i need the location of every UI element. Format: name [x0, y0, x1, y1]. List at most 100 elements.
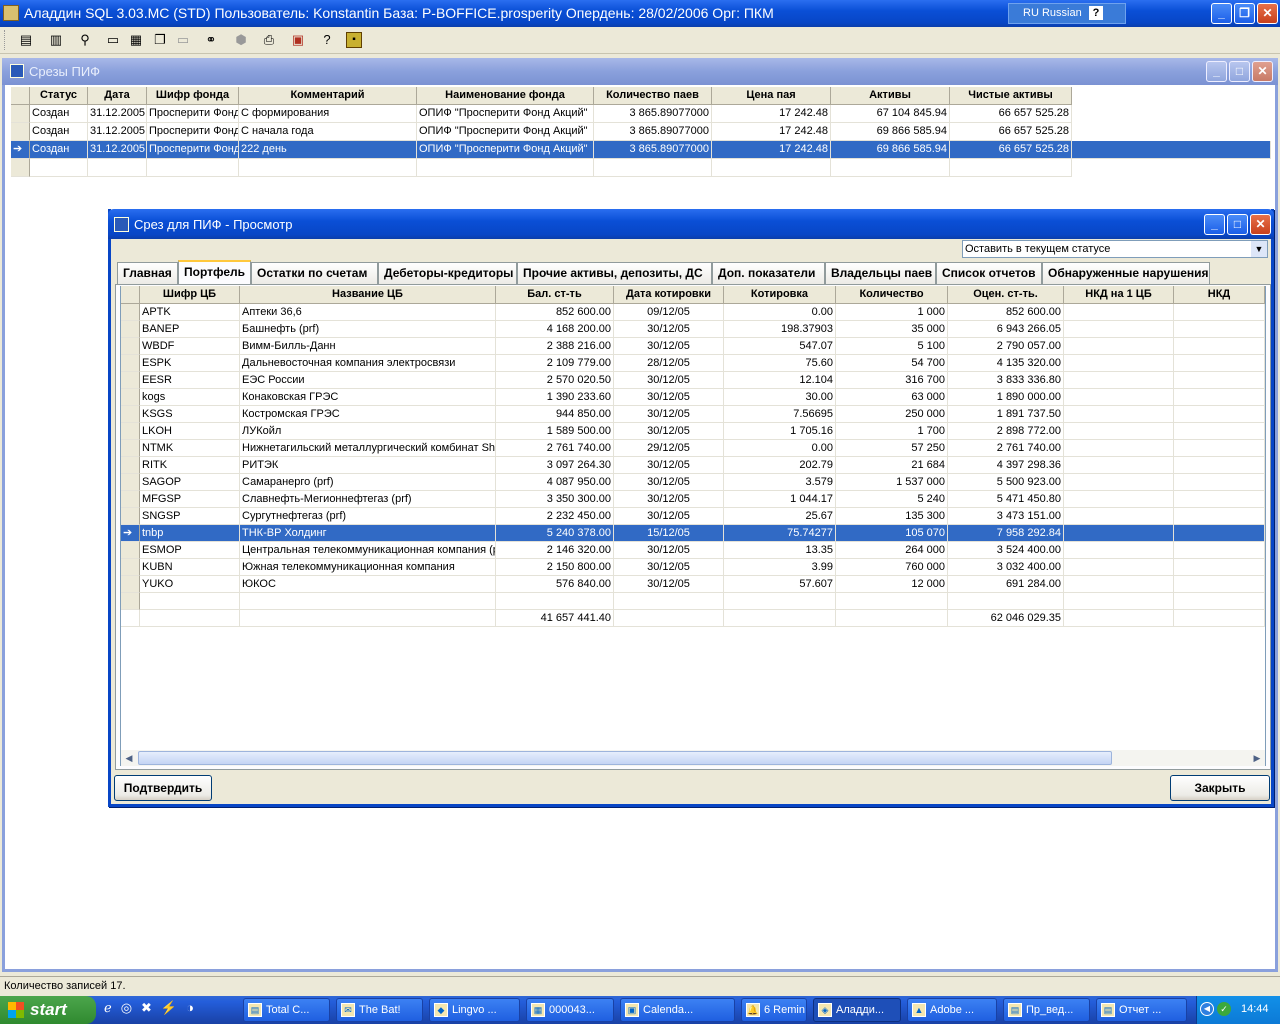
- table-cell[interactable]: 198.37903: [724, 321, 836, 338]
- table-cell[interactable]: 67 104 845.94: [831, 105, 950, 123]
- table-cell[interactable]: SAGOP: [140, 474, 240, 491]
- table-cell[interactable]: 66 657 525.28: [950, 123, 1072, 141]
- table-cell[interactable]: 3 032 400.00: [948, 559, 1064, 576]
- table-cell[interactable]: 17 242.48: [712, 123, 831, 141]
- row-indicator[interactable]: [11, 105, 30, 123]
- row-indicator[interactable]: [121, 576, 140, 593]
- table-cell[interactable]: 75.74277: [724, 525, 836, 542]
- column-header[interactable]: Наименование фонда: [417, 87, 594, 105]
- taskbar-item[interactable]: ✉ The Bat!: [336, 998, 423, 1022]
- table-cell[interactable]: ОПИФ "Просперити Фонд Акций": [417, 123, 594, 141]
- close-button[interactable]: ✕: [1250, 214, 1271, 235]
- row-indicator[interactable]: ➔: [121, 525, 140, 542]
- table-cell[interactable]: 105 070: [836, 525, 948, 542]
- row-indicator[interactable]: [121, 423, 140, 440]
- table-cell[interactable]: 30.00: [724, 389, 836, 406]
- language-indicator[interactable]: RU Russian ?: [1008, 3, 1126, 24]
- table-cell[interactable]: 0.00: [724, 304, 836, 321]
- scroll-left-icon[interactable]: ◀: [121, 750, 137, 766]
- tile-icon[interactable]: ▦: [126, 30, 146, 50]
- column-header[interactable]: Котировка: [724, 286, 836, 304]
- table-cell[interactable]: 66 657 525.28: [950, 141, 1072, 159]
- module-icon[interactable]: ▪: [346, 32, 362, 48]
- table-cell[interactable]: 2 232 450.00: [496, 508, 614, 525]
- column-header[interactable]: Активы: [831, 87, 950, 105]
- row-indicator[interactable]: [121, 491, 140, 508]
- column-header[interactable]: Цена пая: [712, 87, 831, 105]
- row-indicator[interactable]: [121, 542, 140, 559]
- row-indicator[interactable]: [121, 406, 140, 423]
- table-cell[interactable]: 852 600.00: [948, 304, 1064, 321]
- table-cell[interactable]: [1174, 355, 1265, 372]
- table-cell[interactable]: 7 958 292.84: [948, 525, 1064, 542]
- table-cell[interactable]: [1064, 508, 1174, 525]
- table-cell[interactable]: [1064, 440, 1174, 457]
- table-cell[interactable]: 30/12/05: [614, 372, 724, 389]
- window-icon[interactable]: ▭: [103, 30, 123, 50]
- table-cell[interactable]: 30/12/05: [614, 474, 724, 491]
- table-cell[interactable]: 1 705.16: [724, 423, 836, 440]
- table-cell[interactable]: Аптеки 36,6: [240, 304, 496, 321]
- export-icon[interactable]: ▣: [288, 30, 308, 50]
- table-cell[interactable]: [836, 593, 948, 610]
- table-cell[interactable]: 250 000: [836, 406, 948, 423]
- row-indicator[interactable]: [11, 123, 30, 141]
- table-cell[interactable]: 202.79: [724, 457, 836, 474]
- tab-9[interactable]: Обнаруженные нарушения: [1042, 262, 1210, 284]
- table-cell[interactable]: 69 866 585.94: [831, 123, 950, 141]
- table-cell[interactable]: [496, 593, 614, 610]
- table-cell[interactable]: 3 865.89077000: [594, 123, 712, 141]
- table-cell[interactable]: 63 000: [836, 389, 948, 406]
- table-cell[interactable]: ТНК-ВР Холдинг: [240, 525, 496, 542]
- table-cell[interactable]: [1174, 457, 1265, 474]
- taskbar-item[interactable]: ▤ Total C...: [243, 998, 330, 1022]
- table-cell[interactable]: 57.607: [724, 576, 836, 593]
- empty-cell[interactable]: [88, 159, 147, 177]
- table-cell[interactable]: APTK: [140, 304, 240, 321]
- table-cell[interactable]: 35 000: [836, 321, 948, 338]
- maximize-button[interactable]: □: [1229, 61, 1250, 82]
- table-cell[interactable]: 31.12.2005: [88, 105, 147, 123]
- table-cell[interactable]: 28/12/05: [614, 355, 724, 372]
- table-cell[interactable]: 30/12/05: [614, 406, 724, 423]
- table-cell[interactable]: Сургутнефтегаз (prf): [240, 508, 496, 525]
- column-header[interactable]: Статус: [30, 87, 88, 105]
- table-cell[interactable]: 1 390 233.60: [496, 389, 614, 406]
- column-header[interactable]: Бал. ст-ть: [496, 286, 614, 304]
- table-cell[interactable]: [1064, 525, 1174, 542]
- table-cell[interactable]: 1 044.17: [724, 491, 836, 508]
- table-cell[interactable]: 57 250: [836, 440, 948, 457]
- table-cell[interactable]: 3 865.89077000: [594, 105, 712, 123]
- table-cell[interactable]: [1174, 593, 1265, 610]
- row-indicator[interactable]: [121, 355, 140, 372]
- empty-cell[interactable]: [147, 159, 239, 177]
- table-cell[interactable]: 0.00: [724, 440, 836, 457]
- table-cell[interactable]: С формирования: [239, 105, 417, 123]
- table-cell[interactable]: Славнефть-Мегионнефтегаз (prf): [240, 491, 496, 508]
- empty-cell[interactable]: [712, 159, 831, 177]
- table-cell[interactable]: ЕЭС России: [240, 372, 496, 389]
- taskbar-item[interactable]: ◈ Аладди...: [813, 998, 901, 1022]
- table-cell[interactable]: [1064, 304, 1174, 321]
- table-cell[interactable]: 30/12/05: [614, 491, 724, 508]
- table-cell[interactable]: [1174, 576, 1265, 593]
- table-cell[interactable]: [1174, 321, 1265, 338]
- table-cell[interactable]: Дальневосточная компания электросвязи: [240, 355, 496, 372]
- table-cell[interactable]: 3 097 264.30: [496, 457, 614, 474]
- table-cell[interactable]: 69 866 585.94: [831, 141, 950, 159]
- tab-1[interactable]: Главная: [117, 262, 178, 284]
- table-cell[interactable]: [1064, 474, 1174, 491]
- empty-cell[interactable]: [417, 159, 594, 177]
- table-cell[interactable]: Центральная телекоммуникационная компани…: [240, 542, 496, 559]
- table-cell[interactable]: 17 242.48: [712, 105, 831, 123]
- table-cell[interactable]: 944 850.00: [496, 406, 614, 423]
- table-cell[interactable]: 1 589 500.00: [496, 423, 614, 440]
- table-cell[interactable]: 31.12.2005: [88, 123, 147, 141]
- table-cell[interactable]: [240, 593, 496, 610]
- column-header[interactable]: Количество: [836, 286, 948, 304]
- table-cell[interactable]: 30/12/05: [614, 321, 724, 338]
- minimize-button[interactable]: _: [1206, 61, 1227, 82]
- table-cell[interactable]: [1064, 457, 1174, 474]
- table-cell[interactable]: Самаранерго (prf): [240, 474, 496, 491]
- table-cell[interactable]: EESR: [140, 372, 240, 389]
